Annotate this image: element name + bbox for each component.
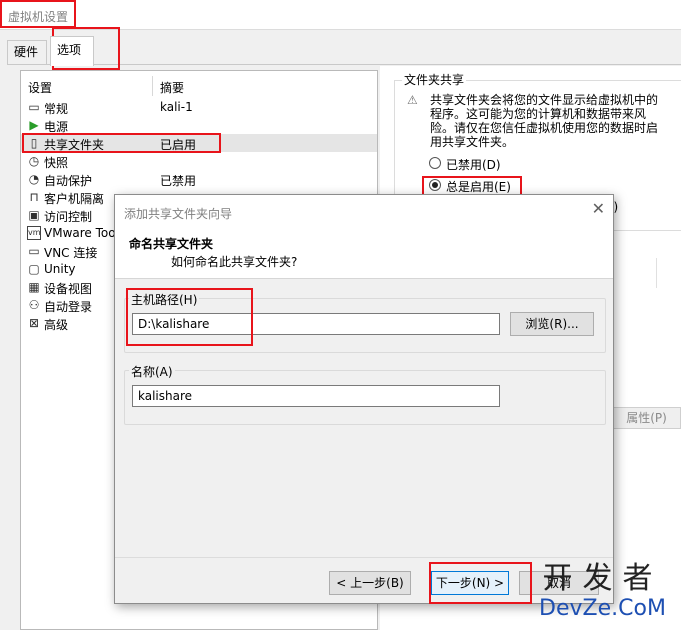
settings-item-label: 共享文件夹 — [44, 138, 105, 152]
autologin-icon: ⚇ — [28, 298, 40, 312]
advanced-icon: ⊠ — [28, 316, 40, 330]
header-summary: 摘要 — [160, 81, 185, 95]
watermark-cn: 开发者 — [542, 561, 663, 596]
power-icon: ▶ — [29, 118, 39, 132]
settings-item-label: 设备视图 — [44, 282, 93, 296]
settings-item-summary: 已禁用 — [160, 174, 197, 188]
radio-always-enabled[interactable] — [429, 179, 441, 191]
header-setting: 设置 — [28, 81, 53, 95]
list-column-divider — [656, 258, 657, 288]
settings-item-autoprotect[interactable]: ◔ 自动保护 已禁用 — [21, 170, 377, 188]
unity-icon: ▢ — [28, 262, 40, 276]
shared-folders-list[interactable] — [610, 230, 681, 400]
settings-item-summary: kali-1 — [160, 100, 193, 114]
dialog-subheading: 如何命名此共享文件夹? — [171, 255, 298, 269]
settings-item-label: Unity — [44, 262, 76, 276]
name-input[interactable]: kalishare — [132, 385, 500, 407]
device-view-icon: ▦ — [28, 280, 40, 294]
radio-disabled-label[interactable]: 已禁用(D) — [446, 156, 501, 173]
tab-options[interactable]: 选项 — [50, 36, 94, 66]
dialog-header: 命名共享文件夹 如何命名此共享文件夹? — [115, 227, 613, 279]
general-icon: ▭ — [28, 100, 40, 114]
shared-folders-title: 文件夹共享 — [402, 71, 467, 88]
dialog-heading: 命名共享文件夹 — [129, 237, 214, 251]
settings-item-summary: 已启用 — [160, 138, 197, 152]
watermark-en: DevZe.CoM — [539, 596, 666, 621]
dialog-footer-divider — [115, 557, 613, 558]
settings-item-shared-folders[interactable]: ▯ 共享文件夹 已启用 — [21, 134, 377, 152]
settings-item-label: 客户机隔离 — [44, 192, 105, 206]
properties-button[interactable]: 属性(P) — [612, 407, 681, 429]
settings-item-label: 常规 — [44, 102, 69, 116]
settings-item-label: 自动登录 — [44, 300, 93, 314]
next-button[interactable]: 下一步(N) > — [431, 571, 509, 595]
radio-disabled[interactable] — [429, 157, 441, 169]
settings-item-label: VNC 连接 — [44, 246, 98, 260]
settings-item-snapshot[interactable]: ◷ 快照 — [21, 152, 377, 170]
settings-item-label: VMware Too — [44, 226, 116, 240]
dialog-title-bar: 添加共享文件夹向导 ✕ — [115, 195, 613, 227]
vnc-icon: ▭ — [28, 244, 40, 258]
tab-hardware[interactable]: 硬件 — [7, 40, 47, 64]
settings-item-label: 快照 — [44, 156, 69, 170]
close-icon[interactable]: ✕ — [592, 201, 605, 217]
access-control-icon: ▣ — [28, 208, 40, 222]
vmware-tools-icon: vm — [27, 226, 41, 240]
column-divider — [152, 76, 153, 96]
window-title: 虚拟机设置 — [8, 10, 69, 24]
warning-icon: ⚠ — [407, 93, 418, 107]
watermark: 开发者 DevZe.CoM — [524, 562, 681, 626]
window-title-bar: 虚拟机设置 — [0, 0, 681, 30]
shared-folder-icon: ▯ — [30, 136, 38, 150]
autoprotect-icon: ◔ — [28, 172, 40, 186]
settings-list-header: 设置 摘要 — [21, 76, 377, 96]
snapshot-icon: ◷ — [28, 154, 40, 168]
radio-always-enabled-label[interactable]: 总是启用(E) — [446, 178, 511, 195]
shared-folders-warning: 共享文件夹会将您的文件显示给虚拟机中的程序。这可能为您的计算机和数据带来风险。请… — [430, 93, 659, 149]
back-button[interactable]: < 上一步(B) — [329, 571, 411, 595]
host-path-input[interactable]: D:\kalishare — [132, 313, 500, 335]
tab-strip-divider — [7, 64, 681, 65]
settings-item-label: 高级 — [44, 318, 69, 332]
dialog-title: 添加共享文件夹向导 — [124, 207, 233, 221]
browse-button[interactable]: 浏览(R)... — [510, 312, 594, 336]
settings-item-power[interactable]: ▶ 电源 — [21, 116, 377, 134]
host-path-label: 主机路径(H) — [129, 291, 200, 308]
settings-item-general[interactable]: ▭ 常规 kali-1 — [21, 98, 377, 116]
settings-item-label: 访问控制 — [44, 210, 93, 224]
settings-item-label: 电源 — [44, 120, 69, 134]
name-label: 名称(A) — [129, 363, 175, 380]
lock-icon: ⊓ — [29, 190, 39, 204]
add-shared-folder-wizard: 添加共享文件夹向导 ✕ 命名共享文件夹 如何命名此共享文件夹? 主机路径(H) … — [114, 194, 614, 604]
settings-item-label: 自动保护 — [44, 174, 93, 188]
